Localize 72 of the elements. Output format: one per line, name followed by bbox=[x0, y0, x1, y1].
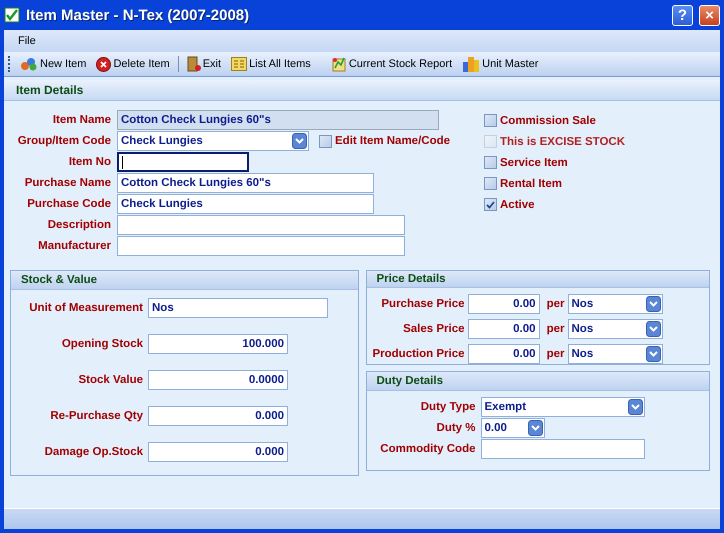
input-field[interactable] bbox=[117, 236, 405, 256]
field-label: Purchase Code bbox=[26, 198, 111, 210]
checkbox[interactable] bbox=[319, 134, 332, 148]
field-label: Sales Price bbox=[402, 323, 464, 335]
cubes-icon bbox=[20, 57, 38, 71]
input-field[interactable]: 0.00 bbox=[468, 294, 540, 314]
checkbox-label: This is EXCISE STOCK bbox=[500, 136, 626, 148]
input-field[interactable]: 0.0000 bbox=[148, 370, 288, 390]
checkbox-label: Commission Sale bbox=[500, 114, 596, 126]
report-icon bbox=[330, 56, 347, 72]
dropdown-field[interactable]: Check Lungies bbox=[117, 131, 309, 151]
list-icon bbox=[231, 57, 248, 71]
panel-header: Duty Details bbox=[366, 372, 709, 391]
field-label: Purchase Price bbox=[380, 298, 464, 310]
field-label: Damage Op.Stock bbox=[44, 446, 143, 458]
checkbox[interactable] bbox=[484, 156, 497, 169]
per-label: per bbox=[546, 323, 564, 335]
delete-icon bbox=[96, 56, 112, 72]
toolbar-button[interactable]: New Item bbox=[18, 57, 88, 71]
checkbox[interactable] bbox=[484, 177, 497, 190]
checkbox-label: Active bbox=[500, 198, 535, 210]
input-field[interactable] bbox=[117, 215, 405, 235]
input-field[interactable]: Check Lungies bbox=[117, 194, 374, 214]
input-field[interactable]: 100.000 bbox=[148, 334, 288, 354]
section-header: Item Details bbox=[4, 80, 720, 101]
check-chart-icon bbox=[4, 7, 20, 23]
field-label: Production Price bbox=[371, 348, 464, 360]
per-label: per bbox=[546, 298, 564, 310]
help-button[interactable]: ? bbox=[672, 4, 693, 26]
field-label: Re-Purchase Qty bbox=[49, 410, 143, 422]
checkbox-label: Service Item bbox=[500, 156, 568, 168]
panel-header: Stock & Value bbox=[11, 271, 358, 290]
door-icon bbox=[186, 56, 201, 72]
dropdown-field[interactable]: Exempt bbox=[480, 397, 644, 417]
dropdown-field[interactable]: Nos bbox=[568, 294, 662, 314]
input-field[interactable] bbox=[480, 439, 644, 459]
checkbox[interactable] bbox=[484, 198, 497, 211]
field-label: Opening Stock bbox=[60, 338, 143, 350]
input-field[interactable]: Cotton Check Lungies 60"s bbox=[117, 173, 374, 193]
input-field[interactable]: Nos bbox=[148, 298, 328, 318]
field-label: Commodity Code bbox=[379, 443, 476, 455]
field-label: Duty % bbox=[436, 422, 476, 434]
per-label: per bbox=[546, 348, 564, 360]
window-title: Item Master - N-Tex (2007-2008) bbox=[26, 6, 250, 24]
input-field[interactable]: 0.000 bbox=[148, 442, 288, 462]
panel-header: Price Details bbox=[366, 271, 709, 288]
field-label: Stock Value bbox=[77, 374, 143, 386]
input-field[interactable]: 0.00 bbox=[468, 344, 540, 364]
field-label: Item No bbox=[68, 156, 111, 168]
field-label: Duty Type bbox=[420, 401, 476, 413]
checkbox-label: Rental Item bbox=[500, 178, 562, 190]
field-label: Purchase Name bbox=[24, 177, 111, 189]
dropdown-field[interactable]: Nos bbox=[568, 344, 662, 364]
dropdown-field[interactable]: Nos bbox=[568, 319, 662, 339]
input-field[interactable]: 0.00 bbox=[468, 319, 540, 339]
field-label: Item Name bbox=[52, 114, 111, 126]
dropdown-field[interactable]: 0.00 bbox=[480, 418, 544, 438]
buildings-icon bbox=[462, 56, 480, 72]
field-label: Unit of Measurement bbox=[28, 302, 143, 314]
input-field[interactable]: 0.000 bbox=[148, 406, 288, 426]
toolbar-button[interactable]: Unit Master bbox=[460, 56, 540, 72]
toolbar-button[interactable]: List All Items bbox=[229, 57, 313, 71]
toolbar-button[interactable]: Exit bbox=[184, 56, 224, 72]
field-label: Description bbox=[46, 219, 111, 231]
toolbar-button[interactable]: Current Stock Report bbox=[328, 56, 454, 72]
toolbar-button[interactable]: Delete Item bbox=[94, 56, 172, 72]
field-label: Manufacturer bbox=[37, 240, 111, 252]
menu-item[interactable]: File bbox=[14, 35, 40, 47]
checkbox[interactable] bbox=[484, 114, 497, 127]
checkbox-label: Edit Item Name/Code bbox=[335, 135, 450, 147]
field-label: Group/Item Code bbox=[16, 135, 111, 147]
input-field[interactable] bbox=[117, 152, 249, 172]
